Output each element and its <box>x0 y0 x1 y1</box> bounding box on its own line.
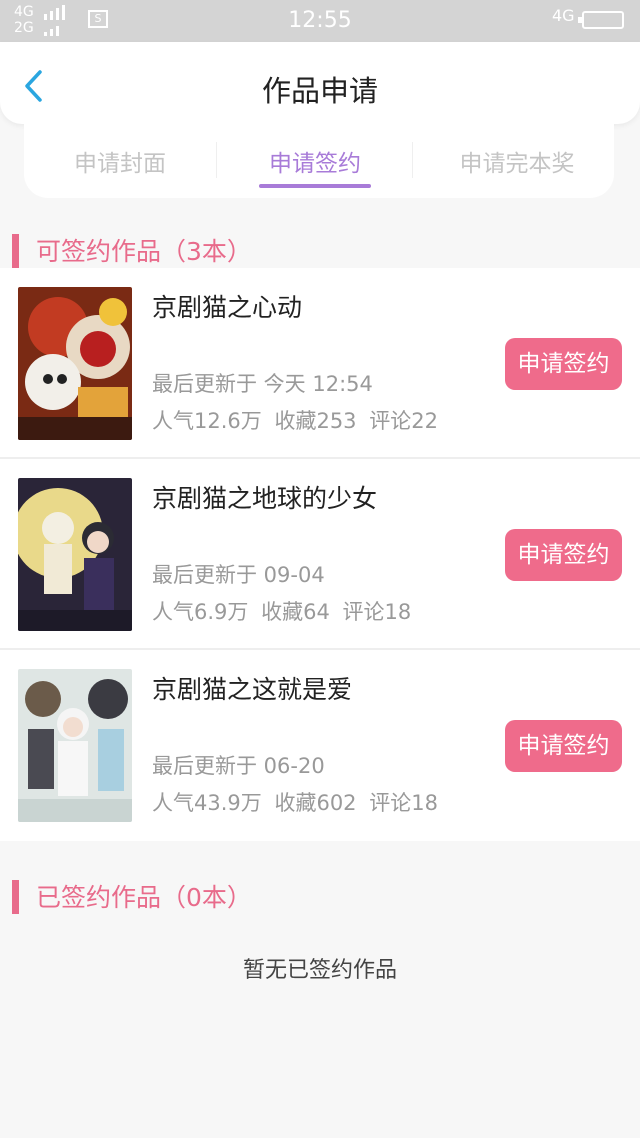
work-favorites: 收藏64 <box>261 600 330 624</box>
tab-label: 申请签约 <box>269 151 361 177</box>
work-title: 京剧猫之心动 <box>152 293 303 322</box>
work-popularity: 人气12.6万 <box>152 409 262 433</box>
work-favorites: 收藏602 <box>274 791 357 815</box>
work-stats: 人气43.9万 收藏602 评论18 <box>152 787 444 817</box>
work-popularity: 人气43.9万 <box>152 791 262 815</box>
active-tab-underline <box>259 184 371 188</box>
work-title: 京剧猫之地球的少女 <box>152 484 378 513</box>
work-cover-image[interactable] <box>18 287 132 440</box>
status-time: 12:55 <box>288 8 352 33</box>
work-favorites: 收藏253 <box>274 409 357 433</box>
work-comments: 评论18 <box>369 791 438 815</box>
tab-apply-cover[interactable]: 申请封面 <box>60 144 180 184</box>
work-comments: 评论18 <box>342 600 412 624</box>
apply-signing-button[interactable]: 申请签约 <box>505 338 622 390</box>
work-updated: 最后更新于 今天 12:54 <box>152 372 373 396</box>
tab-label: 申请完本奖 <box>459 151 575 177</box>
empty-state-text: 暂无已签约作品 <box>242 958 397 983</box>
tab-apply-signing[interactable]: 申请签约 <box>259 144 371 188</box>
signable-section-title: 可签约作品（3本） <box>12 232 252 272</box>
work-comments: 评论22 <box>369 409 438 433</box>
page-title: 作品申请 <box>261 74 378 108</box>
signed-section-title: 已签约作品（0本） <box>12 878 252 918</box>
work-cover-image[interactable] <box>18 478 132 631</box>
apply-signing-button[interactable]: 申请签约 <box>505 720 622 772</box>
work-cover-image[interactable] <box>18 669 132 822</box>
work-stats: 人气12.6万 收藏253 评论22 <box>152 405 444 435</box>
network-4g-label: 4G <box>552 6 575 25</box>
tab-bar: 申请封面 申请签约 申请完本奖 <box>24 124 614 198</box>
list-item[interactable]: 京剧猫之地球的少女 最后更新于 09-04 人气6.9万 收藏64 评论18 申… <box>0 459 640 650</box>
status-bar: 4G 2G S 12:55 4G <box>0 0 640 42</box>
tab-label: 申请封面 <box>74 151 166 177</box>
tab-divider <box>216 142 217 178</box>
tab-apply-completion-award[interactable]: 申请完本奖 <box>454 144 580 184</box>
work-updated: 最后更新于 09-04 <box>152 563 325 587</box>
tab-divider <box>412 142 413 178</box>
list-item[interactable]: 京剧猫之心动 最后更新于 今天 12:54 人气12.6万 收藏253 评论22… <box>0 268 640 459</box>
apply-signing-button[interactable]: 申请签约 <box>505 529 622 581</box>
work-title: 京剧猫之这就是爱 <box>152 675 353 704</box>
battery-icon <box>578 11 624 29</box>
list-item[interactable]: 京剧猫之这就是爱 最后更新于 06-20 人气43.9万 收藏602 评论18 … <box>0 650 640 841</box>
top-nav-bar: 作品申请 <box>0 42 640 124</box>
work-popularity: 人气6.9万 <box>152 600 249 624</box>
work-stats: 人气6.9万 收藏64 评论18 <box>152 596 417 626</box>
works-list: 京剧猫之心动 最后更新于 今天 12:54 人气12.6万 收藏253 评论22… <box>0 268 640 841</box>
work-updated: 最后更新于 06-20 <box>152 754 325 778</box>
